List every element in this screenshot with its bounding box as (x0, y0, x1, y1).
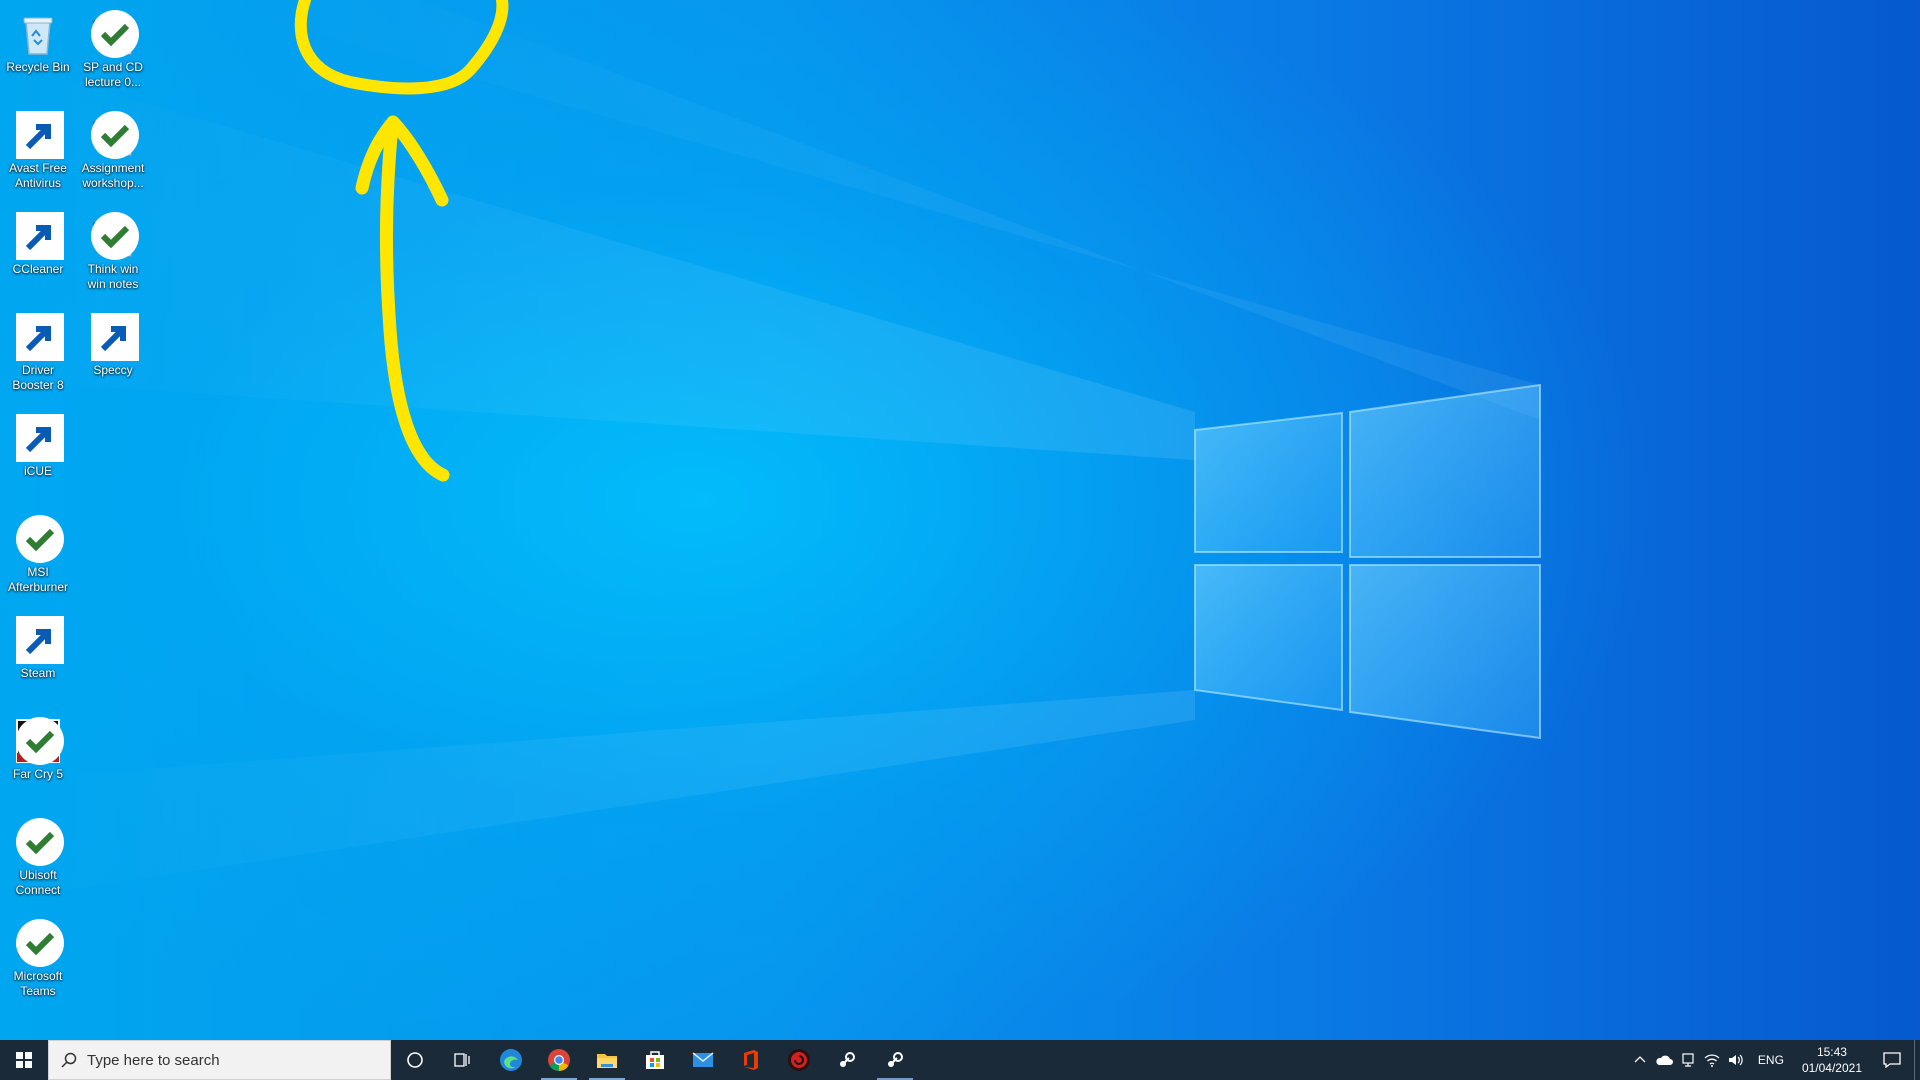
cortana-button[interactable] (391, 1040, 439, 1080)
search-input[interactable] (87, 1051, 367, 1069)
chrome-icon (548, 1049, 570, 1071)
sync-check-icon (16, 515, 64, 563)
microsoft-store-icon (646, 1051, 664, 1069)
task-view-button[interactable] (439, 1040, 487, 1080)
steam-icon (888, 1052, 903, 1067)
taskbar: ENG 15:43 01/04/2021 (0, 1040, 1920, 1080)
desktop-icon-ubisoft-connect[interactable]: Ubisoft Connect (0, 812, 76, 898)
file-explorer-icon (597, 1054, 617, 1068)
sync-check-icon (91, 111, 139, 159)
show-hidden-icons-button[interactable] (1628, 1040, 1652, 1080)
desktop-icon-label: CCleaner (12, 262, 64, 276)
taskbar-microsoft-store[interactable] (631, 1040, 679, 1080)
desktop-icon-label: MSI Afterburner (7, 565, 69, 594)
clock-date: 01/04/2021 (1801, 1061, 1862, 1075)
sync-check-icon (16, 919, 64, 967)
clock-time: 15:43 (1816, 1045, 1847, 1059)
sync-check-icon (16, 717, 64, 765)
notification-icon (1883, 1052, 1901, 1068)
action-center-button[interactable] (1870, 1040, 1914, 1080)
shortcut-arrow-icon (16, 313, 64, 361)
taskbar-file-explorer[interactable] (583, 1040, 631, 1080)
network-tray-button[interactable] (1700, 1040, 1724, 1080)
device-icon (1682, 1053, 1694, 1067)
desktop-icon-label: Recycle Bin (6, 60, 70, 74)
taskbar-clock[interactable]: 15:43 01/04/2021 (1794, 1044, 1870, 1076)
desktop-icon-icue[interactable]: iCUE (0, 408, 76, 479)
windows-logo-wallpaper (0, 0, 1541, 900)
office-icon (744, 1050, 758, 1070)
desktop-icon-think-win-win-notes[interactable]: W Think win win notes (75, 206, 151, 292)
task-view-icon (454, 1053, 470, 1067)
desktop-icon-driver-booster[interactable]: Driver Booster 8 (0, 307, 76, 393)
desktop-icon-speccy[interactable]: Speccy (75, 307, 151, 378)
sync-check-icon (91, 212, 139, 260)
desktop-icon-sp-cd-lecture[interactable]: W SP and CD lecture 0... (75, 4, 151, 90)
taskbar-office[interactable] (727, 1040, 775, 1080)
taskbar-mail[interactable] (679, 1040, 727, 1080)
mail-icon (692, 1052, 714, 1067)
device-tray-button[interactable] (1676, 1040, 1700, 1080)
shortcut-arrow-icon (16, 212, 64, 260)
desktop-icon-label: iCUE (23, 464, 52, 478)
system-tray: ENG 15:43 01/04/2021 (1628, 1040, 1920, 1080)
onedrive-cloud-icon (1656, 1055, 1673, 1065)
desktop-icon-label: Driver Booster 8 (12, 363, 64, 392)
desktop-icon-assignment-workshop[interactable]: W Assignment workshop... (75, 105, 151, 191)
desktop-icon-avast[interactable]: Avast Free Antivirus (0, 105, 76, 191)
desktop-icon-steam[interactable]: Steam (0, 610, 76, 681)
onedrive-tray-button[interactable] (1652, 1040, 1676, 1080)
sync-check-icon (91, 10, 139, 58)
edge-icon (500, 1049, 522, 1071)
desktop-icon-recycle-bin[interactable]: Recycle Bin (0, 4, 76, 75)
start-button[interactable] (0, 1040, 48, 1080)
taskbar-steam-running[interactable] (871, 1040, 919, 1080)
shortcut-arrow-icon (16, 616, 64, 664)
windows-start-icon (16, 1052, 32, 1068)
desktop-icon-label: Think win win notes (87, 262, 139, 291)
desktop-icon-label: Far Cry 5 (12, 767, 63, 781)
desktop-icon-microsoft-teams[interactable]: T Microsoft Teams (0, 913, 76, 999)
taskbar-steam[interactable] (823, 1040, 871, 1080)
shortcut-arrow-icon (16, 414, 64, 462)
taskbar-search-box[interactable] (48, 1040, 391, 1080)
cortana-icon (407, 1052, 423, 1068)
taskbar-chrome[interactable] (535, 1040, 583, 1080)
steam-icon (840, 1052, 855, 1067)
desktop-icon-label: Microsoft Teams (13, 969, 63, 998)
desktop-icon-label: SP and CD lecture 0... (83, 60, 143, 89)
shortcut-arrow-icon (91, 313, 139, 361)
desktop-icon-ccleaner[interactable]: CCleaner (0, 206, 76, 277)
sync-check-icon (16, 818, 64, 866)
input-language-indicator[interactable]: ENG (1748, 1053, 1794, 1067)
desktop-icon-label: Ubisoft Connect (15, 868, 61, 897)
desktop-icon-label: Steam (20, 666, 56, 680)
desktop-icon-area: Recycle Bin Avast Free Antivirus CCleane… (0, 0, 160, 1040)
volume-tray-button[interactable] (1724, 1040, 1748, 1080)
taskbar-edge[interactable] (487, 1040, 535, 1080)
show-desktop-button[interactable] (1914, 1040, 1920, 1080)
shortcut-arrow-icon (16, 111, 64, 159)
wifi-icon (1704, 1054, 1720, 1067)
desktop-icon-label: Assignment workshop... (81, 161, 145, 190)
desktop-icon-far-cry-5[interactable]: 5 Far Cry 5 (0, 711, 76, 782)
desktop-icon-label: Speccy (93, 363, 133, 377)
recycle-bin-icon (23, 17, 53, 55)
desktop-icon-msi-afterburner[interactable]: MSI Afterburner (0, 509, 76, 595)
taskbar-driver-booster[interactable] (775, 1040, 823, 1080)
speaker-icon (1728, 1054, 1743, 1066)
desktop-icon-label: Avast Free Antivirus (9, 161, 67, 190)
driver-booster-icon (788, 1049, 810, 1071)
chevron-up-icon (1634, 1056, 1646, 1063)
search-icon (61, 1052, 77, 1068)
